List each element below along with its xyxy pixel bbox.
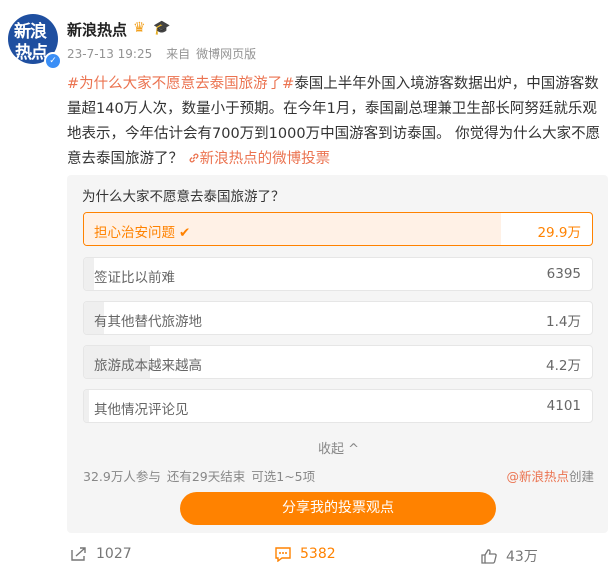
poll-option-value: 6395: [546, 266, 581, 282]
crown-icon[interactable]: ♛: [133, 20, 146, 36]
poll-option-value: 4101: [546, 398, 581, 414]
collapse-button[interactable]: 收起 ^: [318, 438, 359, 457]
vote-link-label: 新浪热点的微博投票: [199, 151, 331, 167]
comment-icon: [275, 547, 291, 562]
poll-stats: 32.9万人参与 还有29天结束 可选1~5项: [83, 466, 321, 485]
choice-rule: 可选1~5项: [251, 469, 316, 484]
poll-option-fill: [84, 258, 95, 290]
like-count: 43万: [506, 549, 538, 565]
poll-option-value: 1.4万: [546, 314, 581, 330]
repost-count: 1027: [96, 546, 132, 562]
vote-link[interactable]: 新浪热点的微博投票: [188, 151, 331, 167]
graduation-cap-icon[interactable]: 🎓: [153, 20, 170, 36]
poll-option-4[interactable]: 旅游成本越来越高 4.2万: [83, 345, 593, 379]
participants: 32.9万人参与: [83, 469, 161, 484]
creator-link[interactable]: @新浪热点: [506, 469, 569, 484]
verified-badge-icon: ✓: [44, 52, 62, 70]
poll-option-3[interactable]: 有其他替代旅游地 1.4万: [83, 301, 593, 335]
poll-option-label: 担心治安问题 ✔: [94, 225, 191, 241]
thumbs-up-icon: [481, 549, 497, 564]
poll-question: 为什么大家不愿意去泰国旅游了？: [82, 189, 285, 205]
username[interactable]: 新浪热点: [67, 19, 127, 40]
collapse-label: 收起: [318, 442, 345, 457]
poll-option-5[interactable]: 其他情况评论见 4101: [83, 389, 593, 423]
poll-option-2[interactable]: 签证比以前难 6395: [83, 257, 593, 291]
poll-creator: @新浪热点创建: [506, 466, 594, 485]
remaining-time: 还有29天结束: [166, 469, 246, 484]
chevron-up-icon: ^: [348, 442, 360, 457]
post-meta: 23-7-13 19:25 来自 微博网页版: [67, 45, 266, 62]
share-vote-button[interactable]: 分享我的投票观点: [180, 492, 496, 525]
comment-button[interactable]: 5382: [274, 546, 336, 562]
comment-count: 5382: [300, 546, 336, 562]
avatar-text-bottom: 热点: [15, 43, 48, 63]
poll-option-1[interactable]: 担心治安问题 ✔ 29.9万: [83, 212, 593, 246]
poll-option-label: 其他情况评论见: [94, 402, 189, 418]
repost-icon: [71, 547, 86, 561]
check-icon: ✔: [179, 225, 191, 241]
poll-option-fill: [84, 390, 90, 422]
poll-option-label: 签证比以前难: [94, 270, 175, 286]
poll-option-value: 4.2万: [546, 358, 581, 374]
poll-option-label: 旅游成本越来越高: [94, 358, 202, 374]
repost-button[interactable]: 1027: [70, 546, 132, 562]
poll-option-label: 有其他替代旅游地: [94, 314, 202, 330]
link-icon: [189, 153, 199, 163]
like-button[interactable]: 43万: [480, 546, 538, 566]
post-text: #为什么大家不愿意去泰国旅游了#泰国上半年外国入境游客数据出炉，中国游客数量超1…: [67, 72, 603, 172]
source-prefix: 来自: [166, 47, 191, 61]
creator-suffix: 创建: [568, 469, 594, 484]
source-name: 微博网页版: [196, 47, 257, 61]
topic-link[interactable]: #为什么大家不愿意去泰国旅游了#: [67, 76, 294, 92]
timestamp[interactable]: 23-7-13 19:25: [67, 47, 152, 61]
poll-option-value: 29.9万: [537, 225, 581, 241]
